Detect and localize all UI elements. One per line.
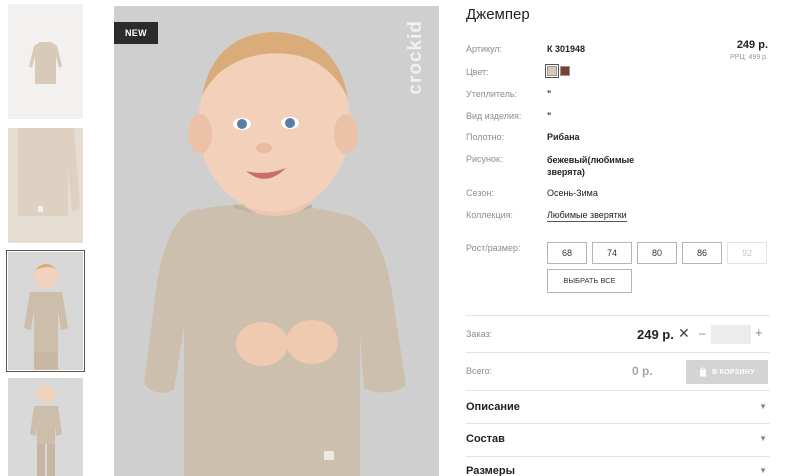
new-badge: NEW [114,22,158,44]
article-value: К 301948 [547,44,586,54]
thumbnail-2[interactable] [8,128,83,243]
chevron-down-icon[interactable]: ▼ [759,466,767,475]
brand-watermark: crockid [405,20,426,95]
recommended-price: РРЦ: 499 р. [730,54,768,61]
size-option-68[interactable]: 68 [547,242,587,264]
quantity-input[interactable] [711,325,751,344]
product-price: 249 р. [736,39,768,51]
divider [466,352,770,353]
fabric-value: Рибана [547,132,580,142]
insulation-label: Утеплитель: [466,89,518,99]
article-label: Артикул: [466,44,503,54]
product-title: Джемпер [466,6,530,23]
increase-quantity-button[interactable]: + [755,325,763,340]
divider [466,423,770,424]
total-value: 0 р. [632,364,653,378]
jumper-flat-image [29,42,62,84]
order-price: 249 р. [637,327,674,342]
baby-front-image [24,264,68,370]
decrease-quantity-button[interactable]: – [699,326,706,340]
color-swatch-brown[interactable] [560,66,570,76]
thumbnail-4[interactable] [8,378,83,476]
collection-link[interactable]: Любимые зверятки [547,210,627,222]
thumbnail-gallery [0,0,96,476]
main-product-image[interactable]: NEW crockid [114,6,439,476]
item-type-value: " [547,111,552,121]
sizes-section-toggle[interactable]: Размеры [466,465,515,476]
insulation-value: " [547,89,552,99]
season-value: Осень-Зима [547,188,598,198]
pattern-value: бежевый(любимые зверята) [547,155,635,177]
item-type-label: Вид изделия: [466,111,522,121]
add-to-cart-button[interactable]: В КОРЗИНУ [686,360,768,384]
order-label: Заказ: [466,329,493,339]
collection-label: Коллекция: [466,210,514,220]
season-label: Сезон: [466,188,494,198]
baby-standing-image [30,385,62,476]
divider [466,315,770,316]
description-section-toggle[interactable]: Описание [466,401,520,413]
size-option-92: 92 [727,242,767,264]
select-all-sizes-button[interactable]: ВЫБРАТЬ ВСЕ [547,269,632,293]
color-swatch-beige[interactable] [545,64,559,78]
fabric-label: Полотно: [466,132,505,142]
thumbnail-1[interactable] [8,4,83,119]
product-info-panel: Джемпер 249 р. РРЦ: 499 р. Артикул: К 30… [466,0,770,476]
cart-bag-icon [700,367,707,377]
baby-in-jumper-photo [114,6,439,476]
size-option-86[interactable]: 86 [682,242,722,264]
composition-section-toggle[interactable]: Состав [466,433,505,445]
add-to-cart-label: В КОРЗИНУ [712,368,755,376]
total-label: Всего: [466,366,493,376]
size-option-74[interactable]: 74 [592,242,632,264]
chevron-down-icon[interactable]: ▼ [759,402,767,411]
jumper-detail-image [8,128,83,243]
size-label: Рост/размер: [466,243,521,253]
chevron-down-icon[interactable]: ▼ [759,434,767,443]
clear-order-icon[interactable]: ✕ [678,325,690,342]
divider [466,456,770,457]
color-label: Цвет: [466,67,489,77]
pattern-label: Рисунок: [466,154,503,164]
size-option-80[interactable]: 80 [637,242,677,264]
thumbnail-3[interactable] [6,250,85,372]
divider [466,390,770,391]
